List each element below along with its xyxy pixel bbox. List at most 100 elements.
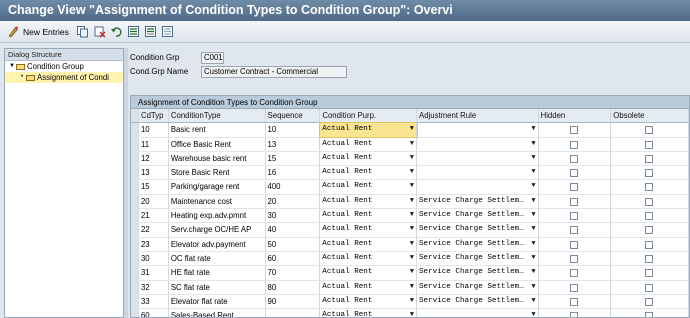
dropdown-arrow-icon[interactable]: ▼ [410, 252, 414, 265]
cell-sequence-input[interactable]: 30 [266, 209, 321, 223]
col-header-adjustment-rule[interactable]: Adjustment Rule [417, 109, 539, 123]
cell-adjustment-rule-dropdown[interactable]: ▼ [417, 166, 539, 180]
obsolete-checkbox[interactable] [645, 269, 654, 278]
expand-arrow-icon[interactable]: ▼ [8, 61, 16, 72]
dropdown-arrow-icon[interactable]: ▼ [531, 180, 535, 193]
cell-adjustment-rule-dropdown[interactable]: ▼ [417, 137, 539, 151]
dropdown-arrow-icon[interactable]: ▼ [410, 223, 414, 236]
tree-node-condition-group[interactable]: ▼ Condition Group [5, 61, 123, 72]
cell-adjustment-rule-dropdown[interactable]: Service Charge Settlem… ▼ [417, 251, 539, 266]
copy-icon[interactable] [76, 25, 90, 39]
dropdown-arrow-icon[interactable]: ▼ [410, 295, 414, 308]
hidden-checkbox[interactable] [569, 297, 578, 306]
cell-sequence-input[interactable]: 70 [266, 266, 321, 280]
row-selector[interactable] [131, 209, 139, 223]
cell-condition-purp-dropdown[interactable]: Actual Rent ▼ [320, 294, 417, 309]
hidden-checkbox[interactable] [569, 212, 578, 221]
dropdown-arrow-icon[interactable]: ▼ [531, 166, 535, 179]
cell-adjustment-rule-dropdown[interactable]: Service Charge Settlem… ▼ [417, 294, 539, 309]
col-header-sequence[interactable]: Sequence [266, 109, 321, 123]
col-header-obsolete[interactable]: Obsolete [611, 109, 689, 123]
cell-sequence-input[interactable]: 13 [266, 137, 321, 151]
cell-adjustment-rule-dropdown[interactable]: Service Charge Settlem… ▼ [417, 209, 539, 223]
dropdown-arrow-icon[interactable]: ▼ [410, 281, 414, 294]
obsolete-checkbox[interactable] [645, 312, 654, 317]
obsolete-checkbox[interactable] [645, 140, 654, 149]
row-selector[interactable] [131, 180, 139, 194]
cell-condition-purp-dropdown[interactable]: Actual Rent ▼ [320, 151, 417, 166]
dropdown-arrow-icon[interactable]: ▼ [531, 252, 535, 265]
cell-adjustment-rule-dropdown[interactable]: Service Charge Settlem… ▼ [417, 266, 539, 280]
dropdown-arrow-icon[interactable]: ▼ [410, 266, 414, 279]
cell-condition-purp-dropdown[interactable]: Actual Rent ▼ [320, 166, 417, 180]
obsolete-checkbox[interactable] [645, 197, 654, 206]
row-selector[interactable] [131, 309, 139, 317]
cell-condition-purp-dropdown[interactable]: Actual Rent ▼ [319, 122, 418, 138]
dropdown-arrow-icon[interactable]: ▼ [410, 195, 414, 208]
cell-sequence-input[interactable]: 90 [266, 294, 321, 309]
row-selector[interactable] [131, 266, 139, 280]
hidden-checkbox[interactable] [569, 254, 578, 263]
dropdown-arrow-icon[interactable]: ▼ [531, 266, 535, 279]
row-selector[interactable] [131, 123, 139, 137]
dropdown-arrow-icon[interactable]: ▼ [531, 309, 535, 317]
cell-condition-purp-dropdown[interactable]: Actual Rent ▼ [320, 309, 417, 317]
select-all-icon[interactable] [127, 25, 141, 39]
dropdown-arrow-icon[interactable]: ▼ [410, 209, 414, 222]
dropdown-arrow-icon[interactable]: ▼ [531, 295, 535, 308]
col-header-condition-type[interactable]: ConditionType [169, 109, 266, 123]
hidden-checkbox[interactable] [569, 283, 578, 292]
cell-sequence-input[interactable]: 20 [266, 194, 321, 209]
row-selector[interactable] [131, 137, 139, 151]
hidden-checkbox[interactable] [569, 183, 578, 192]
cell-condition-purp-dropdown[interactable]: Actual Rent ▼ [320, 180, 417, 194]
cell-condition-purp-dropdown[interactable]: Actual Rent ▼ [320, 280, 417, 294]
select-all-rows-button[interactable] [131, 109, 139, 123]
row-selector[interactable] [131, 280, 139, 294]
cell-adjustment-rule-dropdown[interactable]: Service Charge Settlem… ▼ [417, 223, 539, 237]
hidden-checkbox[interactable] [569, 312, 578, 317]
cell-condition-purp-dropdown[interactable]: Actual Rent ▼ [320, 223, 417, 237]
pane-splitter[interactable] [124, 48, 128, 318]
obsolete-checkbox[interactable] [645, 212, 654, 221]
obsolete-checkbox[interactable] [645, 254, 654, 263]
obsolete-checkbox[interactable] [645, 154, 654, 163]
cell-condition-purp-dropdown[interactable]: Actual Rent ▼ [320, 209, 417, 223]
dropdown-arrow-icon[interactable]: ▼ [410, 238, 414, 251]
dropdown-arrow-icon[interactable]: ▼ [531, 195, 535, 208]
obsolete-checkbox[interactable] [645, 183, 654, 192]
dropdown-arrow-icon[interactable]: ▼ [531, 152, 535, 165]
hidden-checkbox[interactable] [569, 226, 578, 235]
dropdown-arrow-icon[interactable]: ▼ [531, 238, 535, 251]
undo-icon[interactable] [110, 25, 124, 39]
cell-condition-purp-dropdown[interactable]: Actual Rent ▼ [320, 237, 417, 251]
dropdown-arrow-icon[interactable]: ▼ [410, 123, 414, 136]
hidden-checkbox[interactable] [569, 154, 578, 163]
obsolete-checkbox[interactable] [645, 297, 654, 306]
row-selector[interactable] [131, 251, 139, 266]
cell-sequence-input[interactable]: 80 [266, 280, 321, 294]
obsolete-checkbox[interactable] [645, 240, 654, 249]
dropdown-arrow-icon[interactable]: ▼ [531, 209, 535, 222]
cell-condition-purp-dropdown[interactable]: Actual Rent ▼ [320, 266, 417, 280]
select-block-icon[interactable] [144, 25, 158, 39]
dropdown-arrow-icon[interactable]: ▼ [410, 309, 414, 317]
dropdown-arrow-icon[interactable]: ▼ [410, 138, 414, 151]
deselect-all-icon[interactable] [161, 25, 175, 39]
dropdown-arrow-icon[interactable]: ▼ [531, 138, 535, 151]
row-selector[interactable] [131, 223, 139, 237]
row-selector[interactable] [131, 237, 139, 251]
obsolete-checkbox[interactable] [645, 169, 654, 178]
hidden-checkbox[interactable] [569, 197, 578, 206]
hidden-checkbox[interactable] [569, 169, 578, 178]
cell-adjustment-rule-dropdown[interactable]: Service Charge Settlem… ▼ [417, 280, 539, 294]
row-selector[interactable] [131, 166, 139, 180]
dropdown-arrow-icon[interactable]: ▼ [410, 166, 414, 179]
cell-sequence-input[interactable]: 60 [266, 251, 321, 266]
hidden-checkbox[interactable] [569, 140, 578, 149]
cell-adjustment-rule-dropdown[interactable]: ▼ [417, 123, 539, 137]
cell-sequence-input[interactable]: 50 [266, 237, 321, 251]
col-header-cdtyp[interactable]: CdTyp [139, 109, 169, 123]
hidden-checkbox[interactable] [569, 240, 578, 249]
row-selector[interactable] [131, 151, 139, 166]
